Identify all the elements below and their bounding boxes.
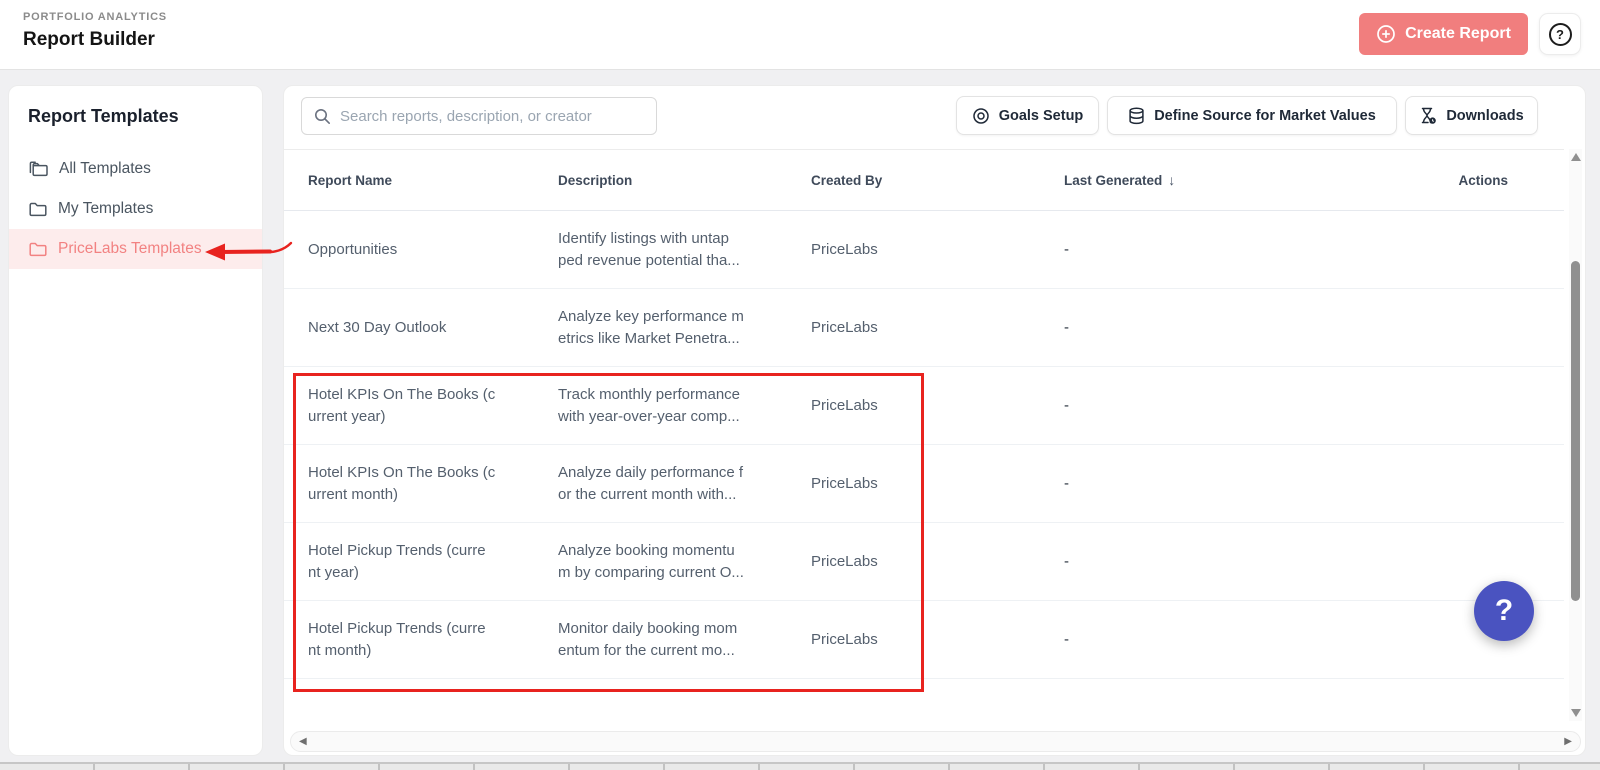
question-circle-icon: ?	[1548, 22, 1572, 46]
column-header-last-generated[interactable]: Last Generated ↓	[1064, 150, 1175, 210]
help-question-icon: ?	[1494, 594, 1514, 627]
sidebar-item-label: All Templates	[59, 160, 151, 177]
created-by-cell: PriceLabs	[811, 552, 878, 570]
last-generated-cell: -	[1064, 240, 1069, 258]
goals-setup-label: Goals Setup	[998, 107, 1084, 124]
description-cell: Analyze daily performance f or the curre…	[558, 463, 744, 503]
database-icon	[1129, 106, 1144, 124]
report-name-cell: Opportunities	[308, 240, 398, 258]
downloads-button[interactable]: Downloads	[1405, 96, 1538, 135]
last-generated-cell: -	[1064, 474, 1069, 492]
define-source-button[interactable]: Define Source for Market Values	[1107, 96, 1397, 135]
column-header-created-by[interactable]: Created By	[811, 150, 882, 210]
floating-help-button[interactable]: ?	[1474, 581, 1534, 641]
column-header-description[interactable]: Description	[558, 150, 632, 210]
report-name-cell: Hotel KPIs On The Books (c urrent month)	[308, 463, 496, 503]
scroll-left-arrow[interactable]: ◀	[299, 736, 307, 747]
page-title: Report Builder	[23, 29, 155, 50]
horizontal-scrollbar[interactable]: ◀ ▶	[290, 731, 1581, 752]
sidebar-items: All Templates My Templates PriceLabs Tem…	[9, 149, 262, 269]
scroll-up-arrow[interactable]	[1571, 153, 1581, 161]
description-cell: Track monthly performance with year-over…	[558, 385, 741, 425]
report-table-row[interactable]: Next 30 Day Outlook Analyze key performa…	[284, 289, 1564, 367]
below-fold-content-strip	[0, 762, 1600, 770]
last-generated-cell: -	[1064, 552, 1069, 570]
last-generated-cell: -	[1064, 396, 1069, 414]
goals-setup-button[interactable]: Goals Setup	[956, 96, 1099, 135]
search-box	[301, 97, 657, 135]
sidebar-item-all-templates[interactable]: All Templates	[9, 149, 262, 189]
sidebar-item-pricelabs-templates[interactable]: PriceLabs Templates	[9, 229, 262, 269]
define-source-label: Define Source for Market Values	[1154, 107, 1376, 124]
report-table-row[interactable]: Hotel KPIs On The Books (c urrent year) …	[284, 367, 1564, 445]
report-name-cell: Next 30 Day Outlook	[308, 318, 447, 336]
top-header-bar: PORTFOLIO ANALYTICS Report Builder Creat…	[0, 0, 1600, 70]
description-cell: Monitor daily booking mom entum for the …	[558, 619, 738, 659]
column-header-report-name[interactable]: Report Name	[308, 150, 392, 210]
hourglass-clock-icon	[1422, 107, 1437, 124]
create-report-button[interactable]: Create Report	[1359, 13, 1528, 55]
column-header-actions: Actions	[1458, 172, 1508, 188]
description-cell: Identify listings with untap ped revenue…	[558, 229, 740, 269]
sidebar-item-my-templates[interactable]: My Templates	[9, 189, 262, 229]
report-table-row[interactable]: Opportunities Identify listings with unt…	[284, 211, 1564, 289]
report-name-cell: Hotel Pickup Trends (curre nt month)	[308, 619, 486, 659]
plus-circle-icon	[1377, 25, 1395, 43]
sidebar-item-label: My Templates	[58, 200, 154, 217]
header-help-button[interactable]: ?	[1539, 13, 1581, 55]
sidebar-item-label: PriceLabs Templates	[58, 240, 202, 257]
last-generated-label: Last Generated	[1064, 172, 1163, 188]
vertical-scrollbar-thumb[interactable]	[1571, 261, 1580, 601]
created-by-cell: PriceLabs	[811, 318, 878, 336]
report-name-cell: Hotel KPIs On The Books (c urrent year)	[308, 385, 496, 425]
last-generated-cell: -	[1064, 318, 1069, 336]
breadcrumb-eyebrow: PORTFOLIO ANALYTICS	[23, 11, 167, 23]
folders-icon	[29, 161, 48, 177]
folder-icon	[29, 202, 47, 216]
vertical-scrollbar[interactable]	[1569, 149, 1582, 721]
search-icon	[315, 108, 330, 124]
report-table-row[interactable]: Hotel Pickup Trends (curre nt month) Mon…	[284, 601, 1564, 679]
sidebar-title: Report Templates	[28, 106, 179, 126]
reports-panel: Goals Setup Define Source for Market Val…	[283, 85, 1586, 756]
created-by-cell: PriceLabs	[811, 240, 878, 258]
search-input[interactable]	[340, 107, 656, 125]
report-templates-sidebar: Report Templates All Templates My Templa…	[8, 85, 263, 756]
report-table-row[interactable]: Hotel Pickup Trends (curre nt year) Anal…	[284, 523, 1564, 601]
created-by-cell: PriceLabs	[811, 474, 878, 492]
folder-icon	[29, 242, 47, 256]
report-name-cell: Hotel Pickup Trends (curre nt year)	[308, 541, 486, 581]
description-cell: Analyze booking momentu m by comparing c…	[558, 541, 744, 581]
last-generated-cell: -	[1064, 630, 1069, 648]
scroll-down-arrow[interactable]	[1571, 709, 1581, 717]
description-cell: Analyze key performance m etrics like Ma…	[558, 307, 744, 347]
create-report-label: Create Report	[1405, 25, 1511, 42]
scroll-right-arrow[interactable]: ▶	[1564, 736, 1572, 747]
table-header-row: Report Name Description Created By Last …	[284, 149, 1564, 211]
downloads-label: Downloads	[1446, 107, 1524, 124]
sort-descending-icon: ↓	[1168, 172, 1176, 188]
target-icon	[972, 107, 989, 124]
report-table-body: Opportunities Identify listings with unt…	[284, 211, 1564, 679]
created-by-cell: PriceLabs	[811, 396, 878, 414]
report-table-row[interactable]: Hotel KPIs On The Books (c urrent month)…	[284, 445, 1564, 523]
created-by-cell: PriceLabs	[811, 630, 878, 648]
